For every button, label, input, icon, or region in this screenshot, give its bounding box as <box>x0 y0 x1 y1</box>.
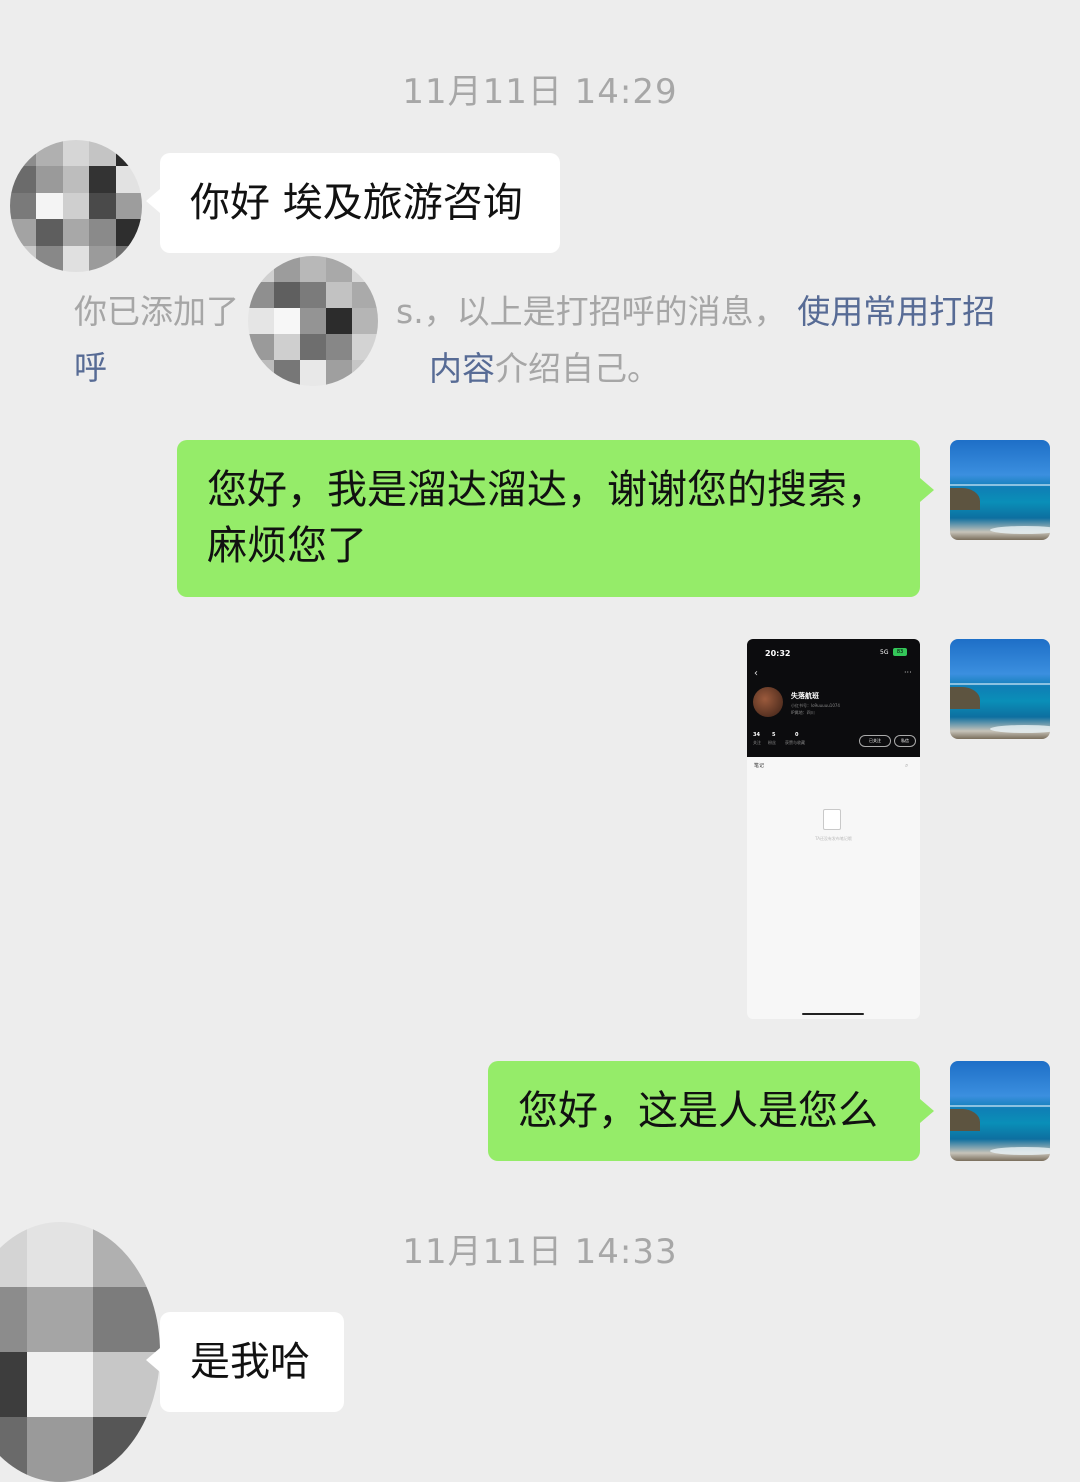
message-bubble-incoming[interactable]: 你好 埃及旅游咨询 <box>146 153 560 253</box>
message-bubble-outgoing[interactable]: 您好，这是人是您么 <box>488 1061 934 1161</box>
message-text: 您好，这是人是您么 <box>518 1088 878 1134</box>
self-avatar[interactable] <box>950 440 1050 540</box>
profile-ip: IP属地：四川 <box>791 710 815 715</box>
more-icon: ··· <box>904 668 912 677</box>
profile-header: 20:32 5G 83 ‹ ··· 失落航班 小红书号：lo9uuuuu1074… <box>747 639 920 757</box>
stat-value: 34 <box>753 732 760 738</box>
system-notice-tail: 介绍自己。 <box>495 349 660 388</box>
message-text: 是我哈 <box>190 1339 310 1385</box>
self-avatar[interactable] <box>950 1061 1050 1161</box>
stat-label: 关注 <box>753 740 761 745</box>
home-indicator <box>802 1013 864 1015</box>
notes-tab: 笔记 <box>754 763 765 769</box>
timestamp: 11月11日 14:33 <box>402 1232 678 1272</box>
message-text: 你好 埃及旅游咨询 <box>190 180 523 226</box>
self-avatar[interactable] <box>950 639 1050 739</box>
profile-name: 失落航班 <box>791 692 819 700</box>
stat-label: 获赞与收藏 <box>785 740 805 745</box>
stat-label: 粉丝 <box>768 740 776 745</box>
contact-avatar[interactable] <box>10 140 142 272</box>
message-text: 您好，我是溜达溜达，谢谢您的搜索，麻烦您了 <box>207 467 887 569</box>
timestamp: 11月11日 14:29 <box>402 72 678 112</box>
signal-indicator: 5G <box>880 649 889 656</box>
stat-value: 0 <box>795 732 799 738</box>
follow-button: 已关注 <box>859 735 891 747</box>
greeting-template-link-cont[interactable]: 内容 <box>429 349 495 388</box>
profile-id: 小红书号：lo9uuuuu1074 <box>791 703 840 708</box>
image-message[interactable]: 20:32 5G 83 ‹ ··· 失落航班 小红书号：lo9uuuuu1074… <box>747 639 920 1019</box>
profile-avatar <box>753 687 783 717</box>
stat-value: 5 <box>772 732 776 738</box>
message-bubble-outgoing[interactable]: 您好，我是溜达溜达，谢谢您的搜索，麻烦您了 <box>177 440 934 597</box>
message-bubble-incoming[interactable]: 是我哈 <box>146 1312 344 1412</box>
system-notice-suffix: s.，以上是打招呼的消息， <box>396 292 787 331</box>
empty-text: TA还没有发布笔记哦 <box>815 836 852 841</box>
system-notice-prefix: 你已添加了 <box>74 292 239 331</box>
dm-button: 私信 <box>894 735 916 747</box>
battery-icon: 83 <box>893 648 907 656</box>
system-notice-line2: 内容介绍自己。 <box>429 341 660 397</box>
search-icon: ⌕ <box>905 762 909 769</box>
status-time: 20:32 <box>765 649 791 658</box>
empty-doc-icon <box>823 809 841 830</box>
contact-avatar-inline <box>248 256 378 386</box>
back-icon: ‹ <box>754 668 758 679</box>
